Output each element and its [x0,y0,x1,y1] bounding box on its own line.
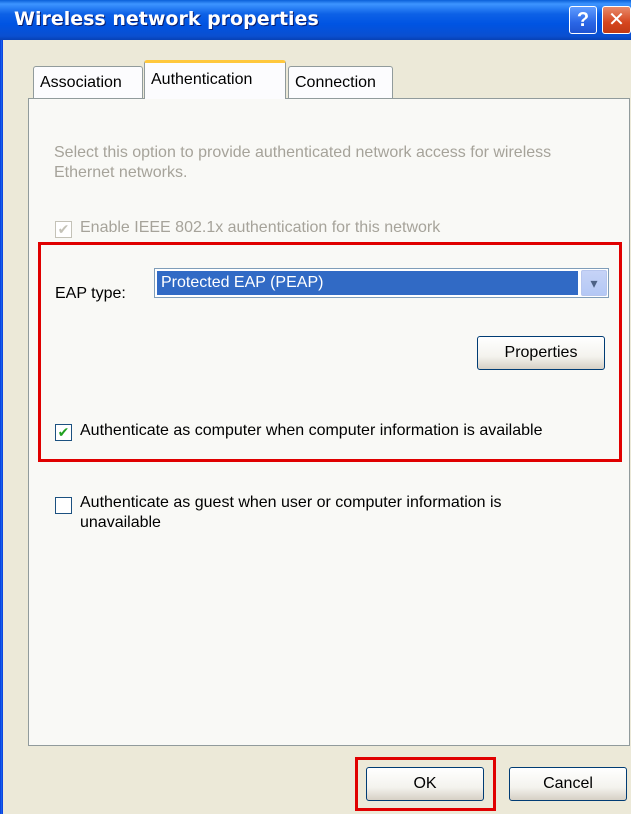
title-bar[interactable]: Wireless network properties ? ✕ [0,0,631,40]
enable-8021x-checkbox[interactable]: ✔ [55,221,72,238]
dropdown-button[interactable]: ▾ [581,270,607,296]
auth-as-computer-label: Authenticate as computer when computer i… [80,422,543,439]
auth-as-guest-checkbox[interactable] [55,497,72,514]
auth-as-guest-label-line1: Authenticate as guest when user or compu… [80,494,502,511]
tab-connection[interactable]: Connection [288,66,393,98]
properties-button[interactable]: Properties [477,336,605,370]
close-icon: ✕ [608,9,625,31]
help-icon: ? [576,9,590,31]
description-text: Select this option to provide authentica… [54,144,552,181]
ok-button[interactable]: OK [366,767,484,801]
tab-association[interactable]: Association [33,66,143,98]
window-frame-left [0,40,3,814]
help-button[interactable]: ? [569,6,597,34]
eap-type-select[interactable]: Protected EAP (PEAP) ▾ [154,268,609,298]
cancel-button[interactable]: Cancel [509,767,627,801]
check-icon: ✔ [57,424,70,440]
enable-8021x-label: Enable IEEE 802.1x authentication for th… [80,219,441,236]
auth-as-guest-label-line2: unavailable [80,514,161,531]
eap-type-label: EAP type: [55,285,126,302]
eap-type-value: Protected EAP (PEAP) [157,271,578,295]
dialog-window: Wireless network properties ? ✕ Associat… [0,0,631,814]
check-icon: ✔ [57,221,70,237]
window-title: Wireless network properties [14,8,319,30]
tab-authentication[interactable]: Authentication [144,60,286,99]
close-button[interactable]: ✕ [602,6,631,34]
auth-as-computer-checkbox[interactable]: ✔ [55,424,72,441]
chevron-down-icon: ▾ [590,275,598,291]
